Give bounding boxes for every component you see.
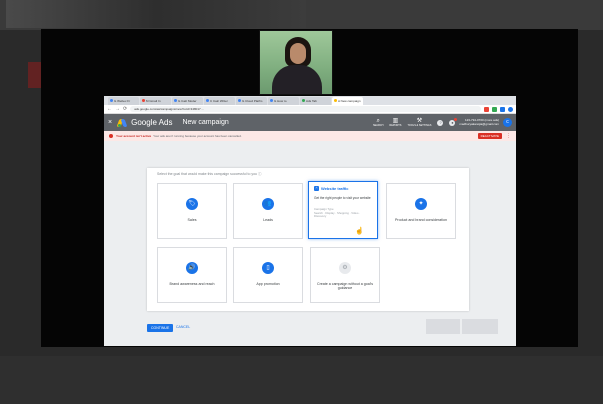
goal-option-app-promotion[interactable]: ▯ App promotion: [233, 247, 303, 303]
browser-tab-strip: G Webex Fr M Gmail In G Calc Moder C Cal…: [104, 96, 516, 105]
tab-favicon-icon: [142, 99, 145, 102]
mouse-pointer-icon: ☝: [355, 228, 364, 235]
goal-option-leads[interactable]: 👥 Leads: [233, 183, 303, 239]
tab-favicon-icon: [110, 99, 113, 102]
forward-arrow-icon[interactable]: →: [115, 106, 120, 112]
product-name: Google Ads: [131, 118, 173, 127]
goal-option-no-guidance[interactable]: ⚙ Create a campaign without a goal's gui…: [310, 247, 380, 303]
url-field[interactable]: ads.google.com/aw/campaigns/new?ocid=348…: [130, 106, 481, 112]
extension-icon[interactable]: [484, 106, 489, 112]
browser-tab[interactable]: G How to: [268, 97, 299, 105]
browser-tab[interactable]: M Gmail In: [140, 97, 171, 105]
goal-option-brand-awareness[interactable]: 🔊 Brand awareness and reach: [157, 247, 227, 303]
cancel-button[interactable]: CANCEL: [176, 325, 190, 329]
tab-favicon-icon: [302, 99, 305, 102]
back-arrow-icon[interactable]: ←: [107, 106, 112, 112]
alert-title: Your account isn't active: [116, 134, 152, 138]
phone-icon: ▯: [262, 262, 274, 274]
close-icon[interactable]: ×: [108, 119, 112, 126]
gear-icon: ⚙: [339, 262, 351, 274]
reactivate-button[interactable]: REACTIVATE: [477, 133, 502, 139]
extension-icon[interactable]: [492, 106, 497, 112]
goal-option-product-brand-consideration[interactable]: ✦ Product and brand consideration: [386, 183, 456, 239]
presenter-face: [290, 43, 306, 64]
profile-avatar-icon[interactable]: [508, 106, 513, 112]
page-title: New campaign: [182, 119, 229, 126]
tab-favicon-icon: [334, 99, 337, 102]
browser-tab-active[interactable]: A New campaign: [332, 97, 363, 105]
reload-icon[interactable]: ⟳: [123, 106, 127, 112]
browser-tab[interactable]: G Cloud Platfm: [236, 97, 267, 105]
google-ads-app-bar: × Google Ads New campaign ⌕ SEARCH ▥ REPOR…: [104, 114, 516, 131]
campaign-content-area: Select the goal that would make this cam…: [104, 141, 516, 346]
notifications-bell-icon[interactable]: ●: [449, 117, 458, 126]
warning-icon: [109, 134, 113, 138]
disabled-control: [426, 319, 460, 334]
presenter-body: [272, 65, 322, 94]
browser-tab[interactable]: C Calc Writer: [204, 97, 235, 105]
goal-option-sales[interactable]: 🏷 Sales: [157, 183, 227, 239]
account-alert-banner: Your account isn't active Your ads aren'…: [104, 131, 516, 141]
alert-message: Your ads aren't running because your acc…: [153, 134, 242, 138]
sparkle-icon: ✦: [415, 198, 427, 210]
goal-option-website-traffic[interactable]: 🖱 Website traffic Get the right people to…: [308, 181, 378, 239]
webcam-video-tile: [259, 30, 333, 95]
continue-button[interactable]: CONTINUE: [147, 324, 174, 332]
google-ads-logo-icon: [116, 119, 128, 127]
browser-address-bar: ← → ⟳ ads.google.com/aw/campaigns/new?oc…: [104, 105, 516, 114]
tab-favicon-icon: [270, 99, 273, 102]
goal-selection-card: Select the goal that would make this cam…: [147, 168, 469, 311]
tools-settings-button[interactable]: ⚒ TOOLS & SETTINGS: [407, 118, 431, 127]
outer-window-bottom-area: [0, 356, 603, 404]
search-tool-button[interactable]: ⌕ SEARCH: [373, 118, 383, 127]
tab-favicon-icon: [206, 99, 209, 102]
disabled-control: [462, 319, 498, 334]
browser-tab[interactable]: Ads Tab: [300, 97, 331, 105]
browser-tab[interactable]: G Webex Fr: [108, 97, 139, 105]
browser-tab[interactable]: G Calc Moder: [172, 97, 203, 105]
help-icon[interactable]: ?: [437, 119, 444, 126]
tab-favicon-icon: [174, 99, 177, 102]
people-icon: 👥: [262, 198, 274, 210]
goal-prompt: Select the goal that would make this cam…: [157, 172, 262, 176]
tab-favicon-icon: [238, 99, 241, 102]
tag-icon: 🏷: [186, 198, 198, 210]
megaphone-icon: 🔊: [186, 262, 198, 274]
campaign-type-info: Campaign Type Search · Display · Shopping…: [314, 207, 361, 219]
more-options-icon[interactable]: ⋮: [506, 133, 511, 139]
blurred-red-element: [28, 62, 42, 88]
account-avatar[interactable]: c: [503, 118, 512, 127]
reports-tool-button[interactable]: ▥ REPORTS: [389, 118, 401, 127]
account-info[interactable]: 123-734-0700 (more ads) madhuryakanojia@g…: [459, 118, 499, 126]
cursor-click-icon: 🖱: [314, 186, 319, 191]
blurred-window-title: [6, 0, 306, 28]
outer-window-top-bar: [0, 0, 603, 30]
extension-icon[interactable]: [500, 106, 505, 112]
browser-window: G Webex Fr M Gmail In G Calc Moder C Cal…: [104, 96, 516, 346]
